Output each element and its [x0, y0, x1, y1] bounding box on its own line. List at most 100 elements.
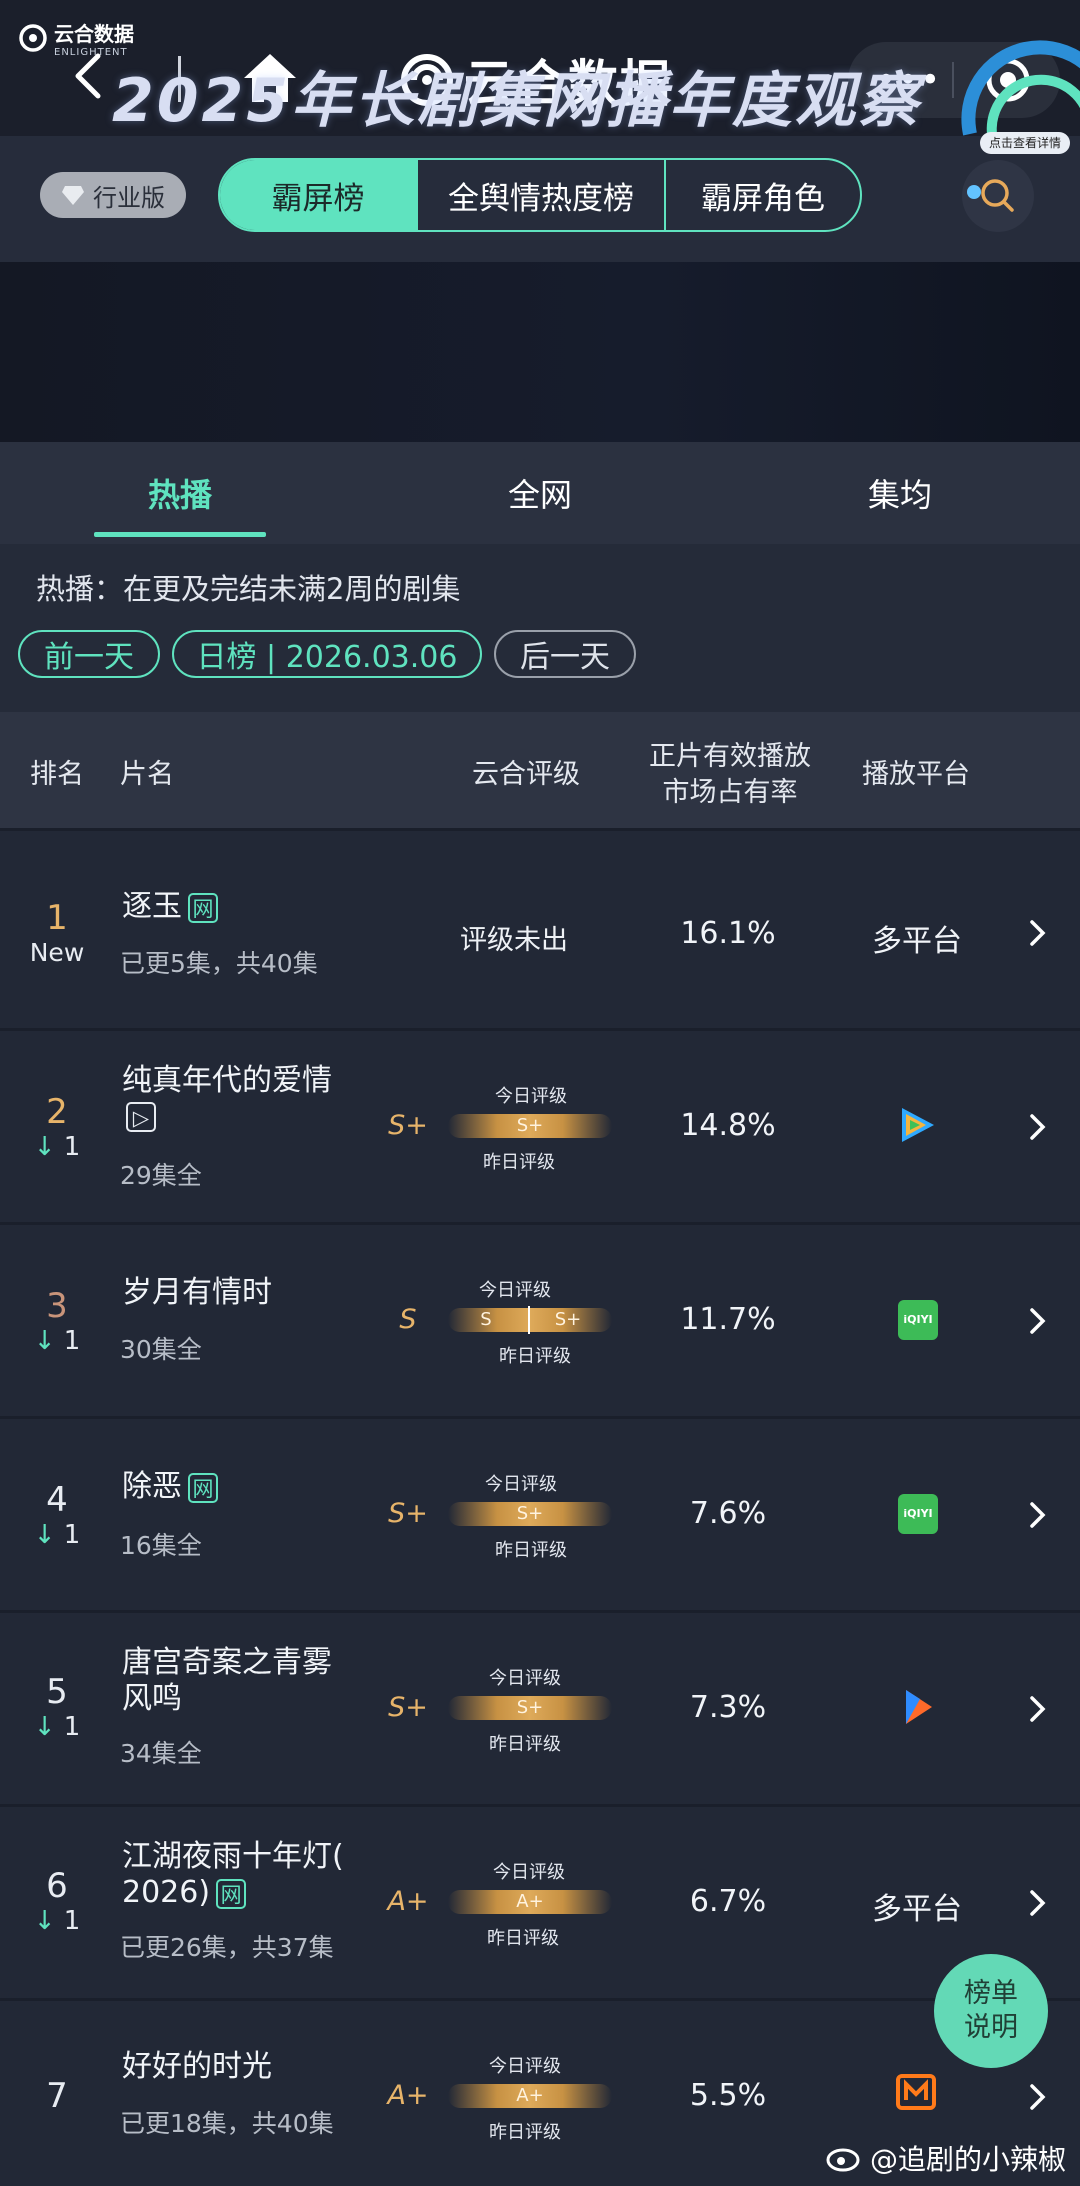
chevron-right-icon[interactable]	[1022, 1112, 1052, 1142]
banner-title: 2025年长剧集网播年度观察	[112, 66, 921, 136]
segment-roles[interactable]: 霸屏角色	[664, 160, 860, 230]
active-tab-underline	[94, 532, 266, 537]
chevron-right-icon[interactable]	[1022, 1694, 1052, 1724]
drama-title-line2: 风鸣	[122, 1681, 182, 1716]
banner-detail-button[interactable]: 点击查看详情	[980, 132, 1070, 154]
tab-hot[interactable]: 热播	[0, 442, 360, 544]
grade-value: S+	[388, 1692, 428, 1723]
rank-change: ↓ 1	[33, 1712, 81, 1742]
tab-per-episode[interactable]: 集均	[720, 442, 1080, 544]
grade-divider	[528, 1306, 530, 1334]
rank-new-badge: New	[29, 938, 85, 967]
drama-title: 岁月有情时	[122, 1275, 272, 1310]
chevron-right-icon[interactable]	[1022, 1500, 1052, 1530]
market-share: 5.5%	[689, 2078, 767, 2113]
rank-number: 5	[46, 1672, 68, 1712]
platform-exclusive-tag: ▷	[126, 1102, 156, 1132]
market-share: 7.3%	[689, 1690, 767, 1725]
iqiyi-icon: iQIYI	[898, 1494, 938, 1534]
yesterday-grade-label: 昨日评级	[489, 1734, 561, 1755]
tencent-video-icon	[896, 1104, 938, 1150]
market-share: 6.7%	[689, 1884, 767, 1919]
next-day-button[interactable]: 后一天	[494, 630, 636, 678]
episode-info: 30集全	[120, 1335, 202, 1364]
header-rank: 排名	[30, 759, 84, 790]
episode-info: 29集全	[120, 1161, 202, 1190]
date-picker[interactable]: 日榜 | 2026.03.06	[172, 630, 482, 678]
chevron-right-icon[interactable]	[1022, 1306, 1052, 1336]
drama-title: 纯真年代的爱情	[122, 1063, 332, 1098]
segment-public-opinion[interactable]: 全舆情热度榜	[416, 160, 664, 230]
drama-title: 江湖夜雨十年灯(	[122, 1839, 344, 1874]
chevron-right-icon[interactable]	[1022, 1888, 1052, 1918]
today-grade-label: 今日评级	[479, 1280, 551, 1301]
grade-value: S+	[388, 1498, 428, 1529]
rank-number: 2	[46, 1092, 68, 1132]
drama-title: 唐宫奇案之青雾	[122, 1645, 332, 1680]
drama-title: 除恶网	[122, 1468, 218, 1506]
grade-value: A+	[387, 1886, 429, 1917]
banner-logo-cn: 云合数据	[54, 22, 134, 46]
ranking-explanation-button[interactable]: 榜单 说明	[934, 1954, 1048, 2068]
fab-line2: 说明	[964, 2012, 1018, 2043]
arrow-down-icon: ↓	[33, 1132, 56, 1162]
arrow-down-icon: ↓	[33, 1712, 56, 1742]
ranking-segment-control: 霸屏榜 全舆情热度榜 霸屏角色	[218, 158, 862, 232]
rank-number: 3	[46, 1286, 68, 1326]
today-grade: A+	[516, 2085, 544, 2106]
header-share-line2: 市场占有率	[662, 777, 798, 808]
yesterday-grade-label: 昨日评级	[499, 1346, 571, 1367]
episode-info: 已更18集，共40集	[120, 2109, 334, 2138]
episode-info: 已更26集，共37集	[120, 1933, 334, 1962]
today-grade-label: 今日评级	[489, 1668, 561, 1689]
today-grade: S	[480, 1309, 492, 1330]
grade-value: S	[399, 1304, 417, 1335]
yesterday-grade: S+	[554, 1309, 582, 1330]
drama-title-line2: 2026) 网	[122, 1874, 247, 1912]
iqiyi-icon: iQIYI	[898, 1300, 938, 1340]
chevron-right-icon[interactable]	[1022, 918, 1052, 948]
youku-icon	[898, 1686, 938, 1732]
header-share-line1: 正片有效播放	[649, 741, 811, 772]
hot-description: 热播：在更及完结未满2周的剧集	[36, 572, 461, 606]
header-name: 片名	[120, 759, 174, 790]
episode-info: 34集全	[120, 1739, 202, 1768]
rank-change: ↓ 1	[33, 1132, 81, 1162]
weibo-icon	[826, 2140, 866, 2176]
market-share: 7.6%	[689, 1496, 767, 1531]
arrow-down-icon: ↓	[33, 1326, 56, 1356]
banner-logo-icon	[19, 24, 47, 52]
market-share: 11.7%	[680, 1302, 776, 1337]
header-platform: 播放平台	[862, 759, 970, 790]
today-grade: A+	[516, 1891, 544, 1912]
today-grade: S+	[516, 1115, 544, 1136]
prev-day-button[interactable]: 前一天	[18, 630, 160, 678]
today-grade-label: 今日评级	[485, 1474, 557, 1495]
rank-number: 6	[46, 1866, 68, 1906]
rank-number: 7	[46, 2076, 68, 2116]
platform-label: 多平台	[872, 1892, 962, 1927]
yesterday-grade-label: 昨日评级	[489, 2122, 561, 2143]
yesterday-grade-label: 昨日评级	[495, 1540, 567, 1561]
platform-label: 多平台	[872, 924, 962, 959]
arrow-down-icon: ↓	[33, 1520, 56, 1550]
grade-value: A+	[387, 2080, 429, 2111]
chevron-right-icon[interactable]	[1022, 2082, 1052, 2112]
arrow-down-icon: ↓	[33, 1906, 56, 1936]
drama-title: 逐玉网	[122, 888, 218, 926]
industry-edition-badge[interactable]: 行业版	[40, 172, 186, 218]
watermark-user: @追剧的小辣椒	[870, 2143, 1067, 2176]
yesterday-grade-label: 昨日评级	[483, 1152, 555, 1173]
industry-label: 行业版	[93, 183, 165, 212]
rank-change: ↓ 1	[33, 1906, 81, 1936]
rank-number: 4	[46, 1480, 68, 1520]
segment-baping[interactable]: 霸屏榜	[220, 160, 416, 230]
banner-arc-graphic	[940, 24, 1080, 204]
tab-all-network[interactable]: 全网	[360, 442, 720, 544]
market-share: 14.8%	[680, 1108, 776, 1143]
web-drama-tag: 网	[188, 1472, 218, 1503]
today-grade-label: 今日评级	[495, 1086, 567, 1107]
mango-tv-icon	[896, 2072, 936, 2116]
promo-banner[interactable]	[0, 262, 1080, 442]
fab-line1: 榜单	[964, 1978, 1018, 2009]
